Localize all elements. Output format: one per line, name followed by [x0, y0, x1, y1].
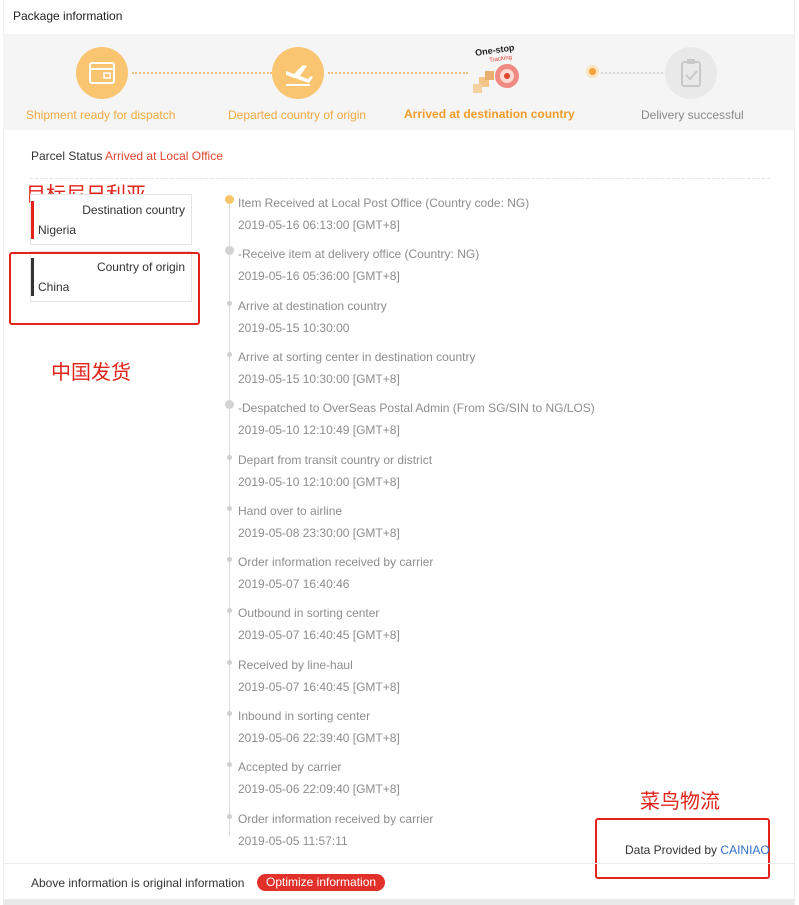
timeline-time: 2019-05-16 06:13:00 [GMT+8] [238, 218, 400, 232]
step-label-delivery-successful: Delivery successful [641, 108, 744, 122]
timeline-description: Accepted by carrier [238, 760, 342, 774]
timeline-item: Received by line-haul 2019-05-07 16:40:4… [227, 658, 658, 694]
annotation-box-origin [9, 252, 200, 325]
timeline-description: Received by line-haul [238, 658, 353, 672]
panel-header: Package information [0, 0, 799, 34]
timeline-time: 2019-05-15 10:30:00 [238, 321, 350, 335]
timeline-item: Arrive at sorting center in destination … [227, 350, 658, 386]
timeline-time: 2019-05-10 12:10:00 [GMT+8] [238, 475, 400, 489]
timeline-dot [227, 301, 232, 306]
timeline-dot [227, 506, 232, 511]
progress-connector [328, 72, 468, 74]
parcel-status-value: Arrived at Local Office [105, 149, 223, 163]
timeline-item: Inbound in sorting center 2019-05-06 22:… [227, 709, 658, 745]
timeline-line [229, 200, 230, 836]
timeline-item: Arrive at destination country 2019-05-15… [227, 299, 658, 335]
clipboard-check-icon [681, 59, 701, 87]
airplane-icon [286, 65, 313, 86]
timeline-dot [227, 557, 232, 562]
destination-bar [31, 201, 34, 239]
timeline-dot-current [225, 195, 234, 204]
timeline-description: Outbound in sorting center [238, 606, 380, 620]
timeline-description: Arrive at sorting center in destination … [238, 350, 476, 364]
destination-country-label: Destination country [82, 203, 185, 217]
timeline-item: Item Received at Local Post Office (Coun… [225, 195, 658, 232]
timeline-time: 2019-05-10 12:10:49 [GMT+8] [238, 423, 400, 437]
timeline-item: Hand over to airline 2019-05-08 23:30:00… [227, 504, 658, 540]
timeline-dot [227, 352, 232, 357]
annotation-provider: 菜鸟物流 [640, 789, 720, 813]
timeline-dot [227, 762, 232, 767]
provider-label: Data Provided by [625, 843, 718, 857]
timeline-dot [227, 711, 232, 716]
step-label-shipment-ready: Shipment ready for dispatch [26, 108, 176, 122]
destination-country-card: Destination country Nigeria [30, 194, 192, 245]
panel-left-border [3, 0, 4, 905]
timeline-dot [227, 455, 232, 460]
timeline-time: 2019-05-07 16:40:45 [GMT+8] [238, 628, 400, 642]
timeline-item: -Receive item at delivery office (Countr… [225, 246, 658, 283]
panel-right-border [794, 0, 795, 905]
timeline-item: -Despatched to OverSeas Postal Admin (Fr… [225, 400, 658, 437]
timeline-description: Order information received by carrier [238, 555, 434, 569]
timeline-description: -Receive item at delivery office (Countr… [238, 247, 480, 261]
timeline-time: 2019-05-16 05:36:00 [GMT+8] [238, 269, 400, 283]
package-icon [89, 62, 115, 84]
timeline-description: -Despatched to OverSeas Postal Admin (Fr… [238, 401, 595, 415]
timeline-time: 2019-05-08 23:30:00 [GMT+8] [238, 526, 400, 540]
timeline-item: Depart from transit country or district … [227, 453, 658, 489]
timeline-item: Accepted by carrier 2019-05-06 22:09:40 … [227, 760, 658, 796]
timeline-time: 2019-05-06 22:09:40 [GMT+8] [238, 782, 400, 796]
optimize-information-button[interactable]: Optimize information [257, 874, 386, 891]
panel-title: Package information [13, 9, 123, 23]
progress-connector-pending [601, 72, 663, 74]
one-stop-badge-line2: Tracking [489, 55, 512, 64]
timeline-dot-icon [225, 400, 234, 409]
footer-divider [3, 863, 794, 864]
parcel-status: Parcel Status Arrived at Local Office [31, 149, 223, 163]
destination-country-value: Nigeria [38, 223, 77, 237]
bottom-bar [3, 899, 794, 905]
timeline-time: 2019-05-06 22:39:40 [GMT+8] [238, 731, 400, 745]
progress-connector [132, 72, 272, 74]
step-label-arrived-destination: Arrived at destination country [404, 107, 575, 121]
step-shipment-ready [76, 47, 128, 99]
parcel-status-label: Parcel Status [31, 149, 103, 163]
provider-link-cainiao[interactable]: CAINIAO [720, 843, 769, 857]
timeline-time: 2019-05-07 16:40:45 [GMT+8] [238, 680, 400, 694]
timeline-item: Order information received by carrier 20… [227, 555, 658, 591]
timeline-description: Inbound in sorting center [238, 709, 371, 723]
current-step-indicator [586, 65, 599, 78]
footer-note: Above information is original informatio… [31, 876, 245, 890]
timeline-item: Outbound in sorting center 2019-05-07 16… [227, 606, 658, 642]
timeline-dot-icon [225, 246, 234, 255]
step-label-departed-origin: Departed country of origin [228, 108, 367, 122]
timeline-time: 2019-05-15 10:30:00 [GMT+8] [238, 372, 400, 386]
annotation-origin: 中国发货 [51, 360, 131, 384]
progress-tracker: Shipment ready for dispatch Departed cou… [3, 34, 794, 130]
timeline-dot [227, 814, 232, 819]
step-delivery-successful [665, 47, 717, 99]
data-provider: Data Provided by CAINIAO [625, 843, 770, 857]
timeline-time: 2019-05-07 16:40:46 [238, 577, 350, 591]
timeline-dot [227, 660, 232, 665]
timeline-description: Depart from transit country or district [238, 453, 433, 467]
step-departed-origin [272, 47, 324, 99]
timeline-dot [227, 608, 232, 613]
one-stop-tracking-icon: One-stop Tracking [471, 40, 531, 100]
timeline-description: Hand over to airline [238, 504, 343, 518]
timeline-description: Arrive at destination country [238, 299, 387, 313]
timeline-description: Item Received at Local Post Office (Coun… [238, 196, 530, 210]
